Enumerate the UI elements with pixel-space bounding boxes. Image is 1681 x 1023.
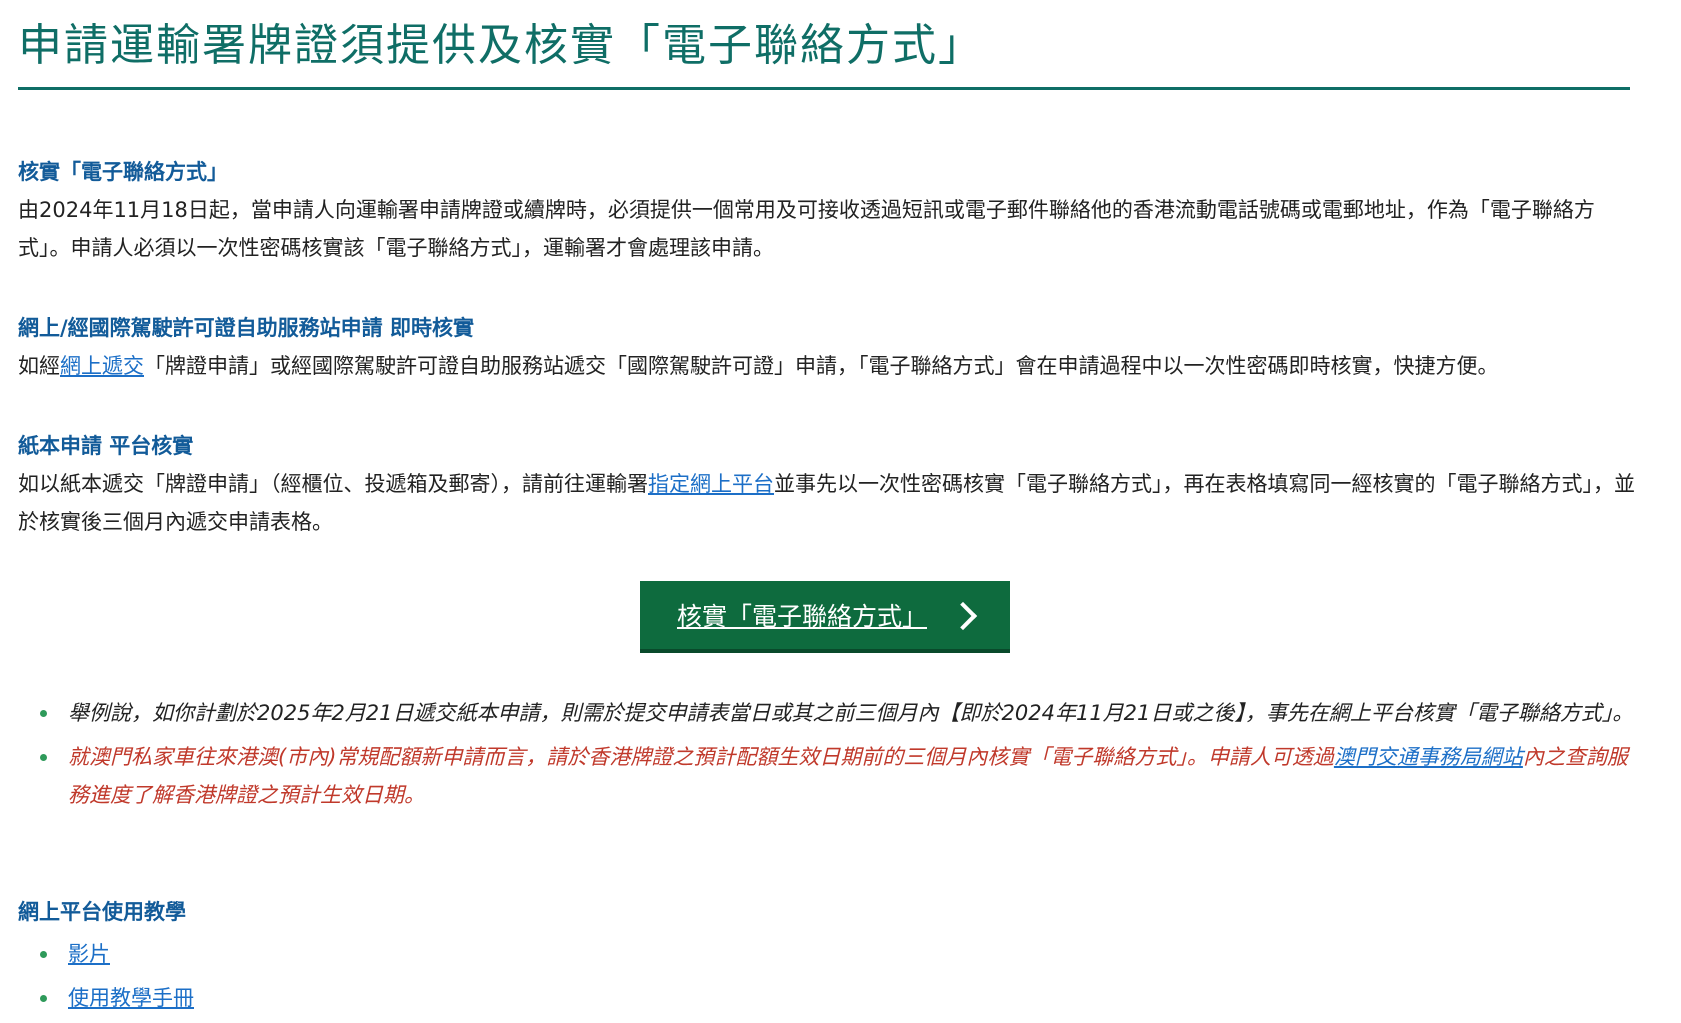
section-body: 如經網上遞交「牌證申請」或經國際駕駛許可證自助服務站遞交「國際駕駛許可證」申請，… <box>18 347 1643 385</box>
cta-wrapper: 核實「電子聯絡方式」 <box>640 581 1010 653</box>
tutorial-heading: 網上平台使用教學 <box>18 900 186 924</box>
body-text: 如以紙本遞交「牌證申請」（經櫃位、投遞箱及郵寄），請前往運輸署 <box>18 472 648 496</box>
macau-transport-link[interactable]: 澳門交通事務局網站 <box>1334 745 1523 769</box>
chevron-right-icon <box>948 601 978 631</box>
section-body: 由2024年11月18日起，當申請人向運輸署申請牌證或續牌時，必須提供一個常用及… <box>18 198 1595 260</box>
verify-contact-button-label: 核實「電子聯絡方式」 <box>676 602 927 631</box>
body-text: 「牌證申請」或經國際駕駛許可證自助服務站遞交「國際駕駛許可證」申請，「電子聯絡方… <box>144 354 1499 378</box>
page: 申請運輸署牌證須提供及核實「電子聯絡方式」 核實「電子聯絡方式」 由2024年1… <box>0 0 1681 1012</box>
designated-platform-link[interactable]: 指定網上平台 <box>648 472 774 496</box>
verify-contact-button[interactable]: 核實「電子聯絡方式」 <box>640 581 1010 653</box>
section-heading: 核實「電子聯絡方式」 <box>18 160 228 184</box>
section-verify: 核實「電子聯絡方式」 由2024年11月18日起，當申請人向運輸署申請牌證或續牌… <box>18 157 1643 267</box>
section-heading: 網上/經國際駕駛許可證自助服務站申請 即時核實 <box>18 316 474 340</box>
video-link[interactable]: 影片 <box>68 942 110 966</box>
manual-link[interactable]: 使用教學手冊 <box>68 986 194 1010</box>
section-body: 如以紙本遞交「牌證申請」（經櫃位、投遞箱及郵寄），請前往運輸署指定網上平台並事先… <box>18 465 1643 541</box>
tutorial-section: 網上平台使用教學 影片 使用教學手冊 <box>18 897 1643 1023</box>
note-text: 就澳門私家車往來港澳(市內)常規配額新申請而言，請於香港牌證之預計配額生效日期前… <box>68 745 1334 769</box>
notes-list: 舉例說，如你計劃於2025年2月21日遞交紙本申請，則需於提交申請表當日或其之前… <box>18 694 1643 820</box>
section-paper-apply: 紙本申請 平台核實 如以紙本遞交「牌證申請」（經櫃位、投遞箱及郵寄），請前往運輸… <box>18 431 1643 541</box>
online-submit-link[interactable]: 網上遞交 <box>60 354 144 378</box>
tutorial-list: 影片 使用教學手冊 <box>18 935 1643 1017</box>
body-text: 如經 <box>18 354 60 378</box>
tutorial-item: 影片 <box>18 935 1643 973</box>
section-heading: 紙本申請 平台核實 <box>18 434 194 458</box>
note-item: 舉例說，如你計劃於2025年2月21日遞交紙本申請，則需於提交申請表當日或其之前… <box>18 694 1643 732</box>
section-online-apply: 網上/經國際駕駛許可證自助服務站申請 即時核實 如經網上遞交「牌證申請」或經國際… <box>18 313 1643 385</box>
tutorial-item: 使用教學手冊 <box>18 979 1643 1017</box>
page-title: 申請運輸署牌證須提供及核實「電子聯絡方式」 <box>18 0 1630 90</box>
note-item: 就澳門私家車往來港澳(市內)常規配額新申請而言，請於香港牌證之預計配額生效日期前… <box>18 738 1643 814</box>
